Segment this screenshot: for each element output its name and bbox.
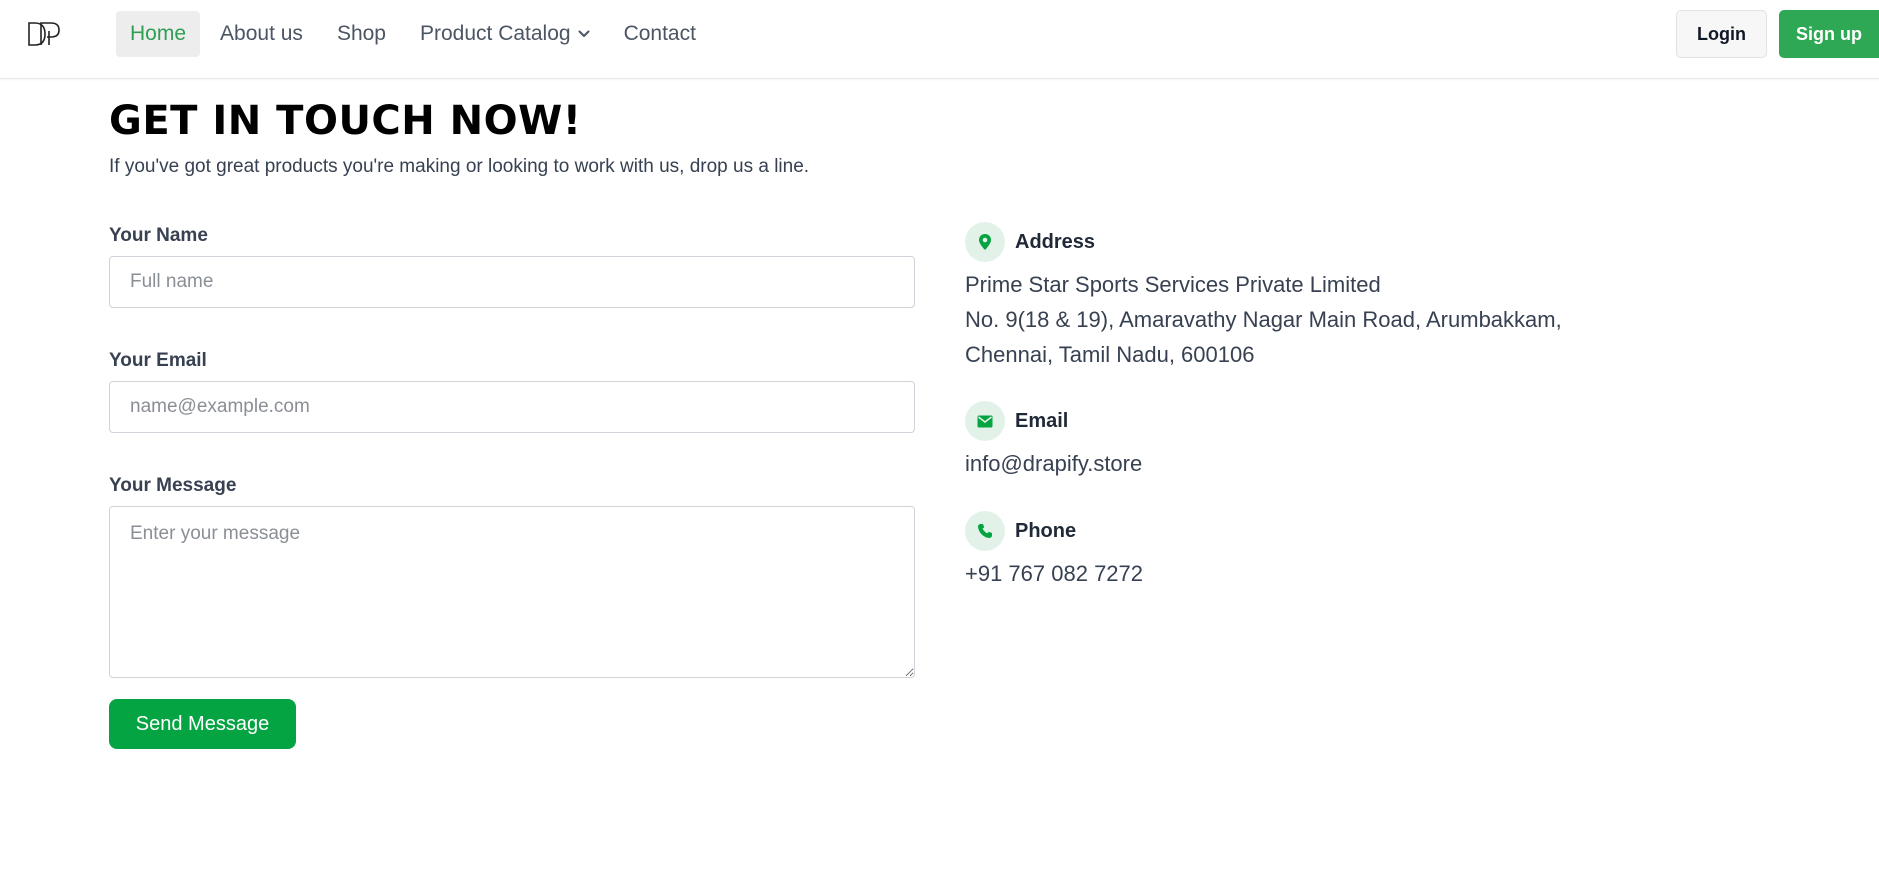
phone-number[interactable]: +91 767 082 7272 <box>965 556 1665 591</box>
nav-link-about[interactable]: About us <box>206 11 317 57</box>
phone-header: Phone <box>965 511 1665 551</box>
email-label: Your Email <box>109 350 207 371</box>
email-address[interactable]: info@drapify.store <box>965 446 1665 481</box>
address-line: No. 9(18 & 19), Amaravathy Nagar Main Ro… <box>965 307 1562 332</box>
top-navbar: Home About us Shop Product Catalog Conta… <box>0 0 1879 79</box>
nav-link-label: Shop <box>336 22 386 45</box>
message-label: Your Message <box>109 475 237 496</box>
nav-link-label: Home <box>130 22 187 45</box>
phone-block: Phone +91 767 082 7272 <box>965 511 1665 591</box>
auth-buttons: Login Sign up <box>1676 10 1879 58</box>
nav-link-product-catalog[interactable]: Product Catalog <box>406 11 604 57</box>
address-title: Address <box>1015 230 1096 253</box>
message-textarea[interactable] <box>109 506 915 678</box>
page-subtitle: If you've got great products you're maki… <box>109 156 810 177</box>
logo-mark-icon <box>28 22 60 46</box>
nav-link-shop[interactable]: Shop <box>323 11 400 57</box>
nav-link-home[interactable]: Home <box>116 11 201 57</box>
email-header: Email <box>965 401 1665 441</box>
email-title: Email <box>1015 409 1069 432</box>
email-input[interactable] <box>109 381 915 433</box>
signup-button[interactable]: Sign up <box>1779 10 1879 58</box>
brand-logo[interactable] <box>27 19 67 49</box>
address-line: Prime Star Sports Services Private Limit… <box>965 272 1381 297</box>
chevron-down-icon <box>578 30 590 38</box>
phone-icon <box>965 511 1005 551</box>
main-nav: Home About us Shop Product Catalog Conta… <box>116 11 710 57</box>
name-label: Your Name <box>109 225 208 246</box>
address-block: Address Prime Star Sports Services Priva… <box>965 222 1665 372</box>
address-header: Address <box>965 222 1665 262</box>
contact-form: Your Name Your Email Your Message <box>109 224 915 678</box>
send-message-button[interactable]: Send Message <box>109 699 296 749</box>
envelope-icon <box>965 401 1005 441</box>
email-block: Email info@drapify.store <box>965 401 1665 481</box>
nav-link-contact[interactable]: Contact <box>610 11 710 57</box>
address-text: Prime Star Sports Services Private Limit… <box>965 267 1665 372</box>
phone-title: Phone <box>1015 519 1077 542</box>
name-input[interactable] <box>109 256 915 308</box>
address-line: Chennai, Tamil Nadu, 600106 <box>965 342 1255 367</box>
page-title: GET IN TOUCH NOW! <box>109 98 582 144</box>
nav-link-label: Product Catalog <box>419 22 571 45</box>
nav-link-label: About us <box>220 22 303 45</box>
login-button[interactable]: Login <box>1676 10 1767 58</box>
nav-link-label: Contact <box>623 22 696 45</box>
map-pin-icon <box>965 222 1005 262</box>
